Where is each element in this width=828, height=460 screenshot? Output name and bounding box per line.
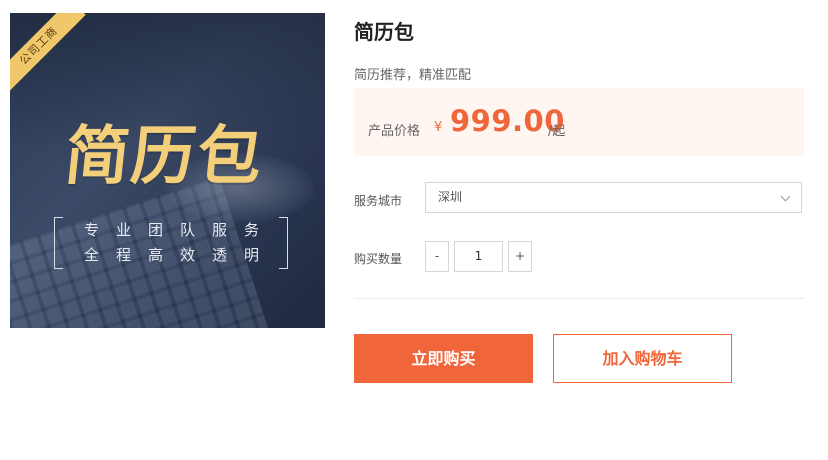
image-tag-line-1: 专业团队服务: [83, 221, 276, 239]
city-select-value: 深圳: [438, 190, 463, 204]
chevron-down-icon: [780, 191, 791, 202]
image-tag-line-2: 全程高效透明: [83, 246, 276, 264]
image-tag-box: 专业团队服务 全程高效透明: [54, 217, 288, 269]
price-unit: /起: [548, 124, 566, 139]
product-image: 公司工商 简历包 专业团队服务 全程高效透明: [10, 13, 325, 328]
quantity-decrease-button[interactable]: -: [425, 241, 449, 272]
image-hero-title: 简历包: [61, 120, 268, 194]
product-subtitle: 简历推荐，精准匹配: [354, 68, 472, 83]
price-box: 产品价格 ¥ 999.00 /起: [354, 88, 804, 156]
quantity-input[interactable]: 1: [454, 241, 503, 272]
divider: [354, 298, 804, 299]
buy-now-button[interactable]: 立即购买: [354, 334, 533, 383]
product-title: 简历包: [354, 20, 414, 44]
price-label: 产品价格: [368, 124, 421, 139]
quantity-label: 购买数量: [354, 252, 403, 266]
quantity-increase-button[interactable]: +: [508, 241, 532, 272]
city-select[interactable]: 深圳: [425, 182, 802, 213]
city-label: 服务城市: [354, 194, 403, 208]
add-to-cart-button[interactable]: 加入购物车: [553, 334, 732, 383]
currency-symbol: ¥: [434, 120, 443, 135]
